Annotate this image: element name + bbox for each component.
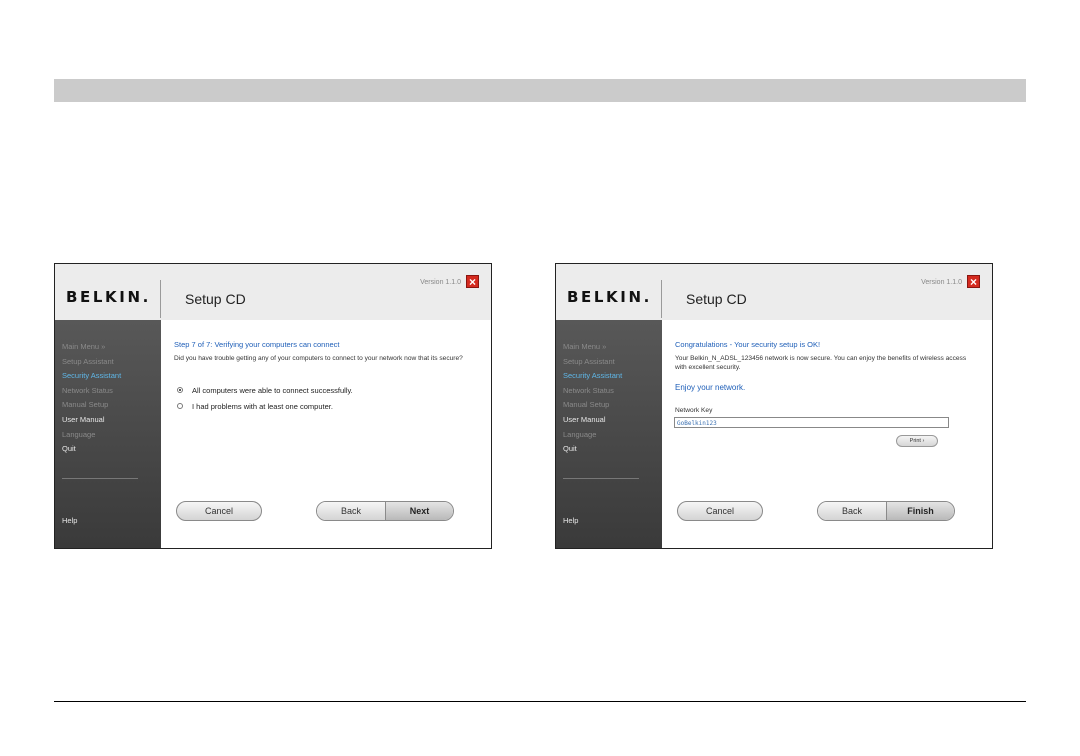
sidebar-item-language[interactable]: Language xyxy=(62,430,95,439)
sidebar: Main Menu » Setup Assistant Security Ass… xyxy=(556,320,662,548)
sidebar-item-user-manual[interactable]: User Manual xyxy=(62,415,105,424)
cancel-button[interactable]: Cancel xyxy=(176,501,262,521)
sidebar-item-security-assistant[interactable]: Security Assistant xyxy=(563,371,622,380)
sidebar: Main Menu » Setup Assistant Security Ass… xyxy=(55,320,161,548)
app-title: Setup CD xyxy=(185,291,246,307)
header-divider xyxy=(661,280,662,318)
network-key-field[interactable]: GoBelkin123 xyxy=(674,417,949,428)
app-title: Setup CD xyxy=(686,291,747,307)
sidebar-item-setup-assistant[interactable]: Setup Assistant xyxy=(62,357,114,366)
congrats-heading: Congratulations - Your security setup is… xyxy=(675,340,821,349)
close-icon[interactable]: × xyxy=(967,275,980,288)
back-next-group: Back Next xyxy=(316,501,454,521)
footer-rule xyxy=(54,701,1026,702)
network-key-label: Network Key xyxy=(675,407,713,414)
radio-option-success[interactable]: All computers were able to connect succe… xyxy=(177,386,353,395)
sidebar-item-help[interactable]: Help xyxy=(563,516,578,525)
belkin-logo: BELKIN. xyxy=(66,288,151,306)
header-bar xyxy=(54,79,1026,102)
sidebar-item-security-assistant[interactable]: Security Assistant xyxy=(62,371,121,380)
sidebar-item-help[interactable]: Help xyxy=(62,516,77,525)
sidebar-item-network-status[interactable]: Network Status xyxy=(62,386,113,395)
sidebar-item-language[interactable]: Language xyxy=(563,430,596,439)
finish-button[interactable]: Finish xyxy=(887,502,954,520)
sidebar-item-main-menu[interactable]: Main Menu » xyxy=(563,342,606,351)
cancel-button[interactable]: Cancel xyxy=(677,501,763,521)
enjoy-text: Enjoy your network. xyxy=(675,383,746,392)
sidebar-item-manual-setup[interactable]: Manual Setup xyxy=(62,400,108,409)
content-panel: Congratulations - Your security setup is… xyxy=(662,320,992,548)
back-button[interactable]: Back xyxy=(317,502,386,520)
radio-selected-icon[interactable] xyxy=(177,387,183,394)
belkin-logo: BELKIN. xyxy=(567,288,652,306)
sidebar-item-main-menu[interactable]: Main Menu » xyxy=(62,342,105,351)
version-label: Version 1.1.0 xyxy=(921,279,962,286)
back-finish-group: Back Finish xyxy=(817,501,955,521)
header-divider xyxy=(160,280,161,318)
sidebar-item-setup-assistant[interactable]: Setup Assistant xyxy=(563,357,615,366)
sidebar-divider xyxy=(563,478,639,479)
back-button[interactable]: Back xyxy=(818,502,887,520)
setup-window-complete: BELKIN. Setup CD Version 1.1.0 × Main Me… xyxy=(555,263,993,549)
sidebar-item-manual-setup[interactable]: Manual Setup xyxy=(563,400,609,409)
version-label: Version 1.1.0 xyxy=(420,279,461,286)
content-panel: Step 7 of 7: Verifying your computers ca… xyxy=(161,320,491,548)
question-text: Did you have trouble getting any of your… xyxy=(174,355,463,362)
radio-option-problems[interactable]: I had problems with at least one compute… xyxy=(177,402,333,411)
sidebar-item-quit[interactable]: Quit xyxy=(563,444,577,453)
secure-text: Your Belkin_N_ADSL_123456 network is now… xyxy=(675,355,967,371)
setup-window-step7: BELKIN. Setup CD Version 1.1.0 × Main Me… xyxy=(54,263,492,549)
print-button[interactable]: Print › xyxy=(896,435,938,447)
next-button[interactable]: Next xyxy=(386,502,453,520)
sidebar-item-network-status[interactable]: Network Status xyxy=(563,386,614,395)
close-icon[interactable]: × xyxy=(466,275,479,288)
step-heading: Step 7 of 7: Verifying your computers ca… xyxy=(174,340,340,349)
sidebar-item-user-manual[interactable]: User Manual xyxy=(563,415,606,424)
window-header: BELKIN. Setup CD Version 1.1.0 × xyxy=(556,264,992,320)
radio-label: All computers were able to connect succe… xyxy=(192,386,353,395)
sidebar-item-quit[interactable]: Quit xyxy=(62,444,76,453)
radio-unselected-icon[interactable] xyxy=(177,403,183,410)
radio-label: I had problems with at least one compute… xyxy=(192,402,333,411)
window-header: BELKIN. Setup CD Version 1.1.0 × xyxy=(55,264,491,320)
sidebar-divider xyxy=(62,478,138,479)
